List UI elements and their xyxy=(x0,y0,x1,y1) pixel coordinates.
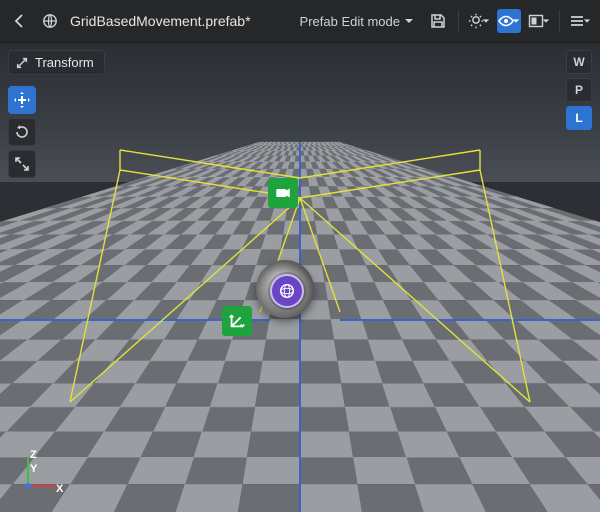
viewport-left-toolbar xyxy=(8,86,36,178)
layout-button[interactable] xyxy=(527,9,551,33)
rotate-icon xyxy=(14,124,30,140)
sphere-mesh-icon xyxy=(278,282,296,300)
expand-arrows-icon xyxy=(14,156,30,172)
save-button[interactable] xyxy=(426,9,450,33)
world-space-button[interactable]: W xyxy=(566,50,592,74)
transform-tool-button[interactable]: Transform xyxy=(8,50,105,75)
chevron-down-icon xyxy=(583,17,591,25)
axis-orientation-gizmo: Z Y X xyxy=(16,446,66,496)
arrow-left-icon xyxy=(12,13,28,29)
move-icon xyxy=(14,92,30,108)
scene-globe-button[interactable] xyxy=(38,9,62,33)
mesh-icon[interactable] xyxy=(270,274,304,308)
chevron-down-icon xyxy=(542,17,550,25)
parent-space-button[interactable]: P xyxy=(566,78,592,102)
move-tool-button[interactable] xyxy=(8,86,36,114)
viewport-space-toggle: W P L xyxy=(566,50,592,130)
camera-icon xyxy=(274,184,292,202)
edit-mode-dropdown[interactable]: Prefab Edit mode xyxy=(294,9,420,33)
menu-button[interactable] xyxy=(568,9,592,33)
scene-viewport[interactable]: Transform W P L Z Y X xyxy=(0,42,600,512)
chevron-down-icon xyxy=(512,17,520,25)
globe-icon xyxy=(42,13,58,29)
separator xyxy=(458,10,459,32)
axis-x-label: X xyxy=(56,483,64,495)
visibility-button[interactable] xyxy=(497,9,521,33)
transform-tool-label: Transform xyxy=(35,55,94,70)
camera-gizmo[interactable] xyxy=(268,178,298,208)
edit-mode-label: Prefab Edit mode xyxy=(300,14,400,29)
expand-icon xyxy=(15,56,29,70)
root-transform-gizmo[interactable] xyxy=(222,306,252,336)
fullscreen-tool-button[interactable] xyxy=(8,150,36,178)
axis-y-label: Y xyxy=(30,463,38,475)
local-space-button[interactable]: L xyxy=(566,106,592,130)
editor-header: GridBasedMovement.prefab* Prefab Edit mo… xyxy=(0,0,600,43)
chevron-down-icon xyxy=(482,17,490,25)
back-button[interactable] xyxy=(8,9,32,33)
rotate-tool-button[interactable] xyxy=(8,118,36,146)
separator xyxy=(559,10,560,32)
lighting-button[interactable] xyxy=(467,9,491,33)
axis-z-label: Z xyxy=(30,449,37,461)
chevron-down-icon xyxy=(404,16,414,26)
save-icon xyxy=(430,13,446,29)
axes-icon xyxy=(228,312,246,330)
scene-title: GridBasedMovement.prefab* xyxy=(70,13,251,29)
